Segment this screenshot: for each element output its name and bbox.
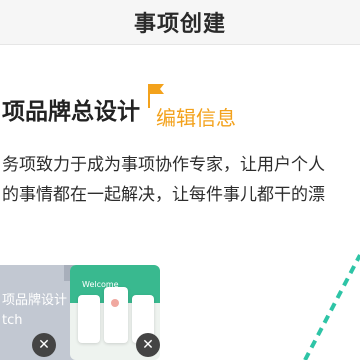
decorative-dashed-line (303, 254, 360, 360)
